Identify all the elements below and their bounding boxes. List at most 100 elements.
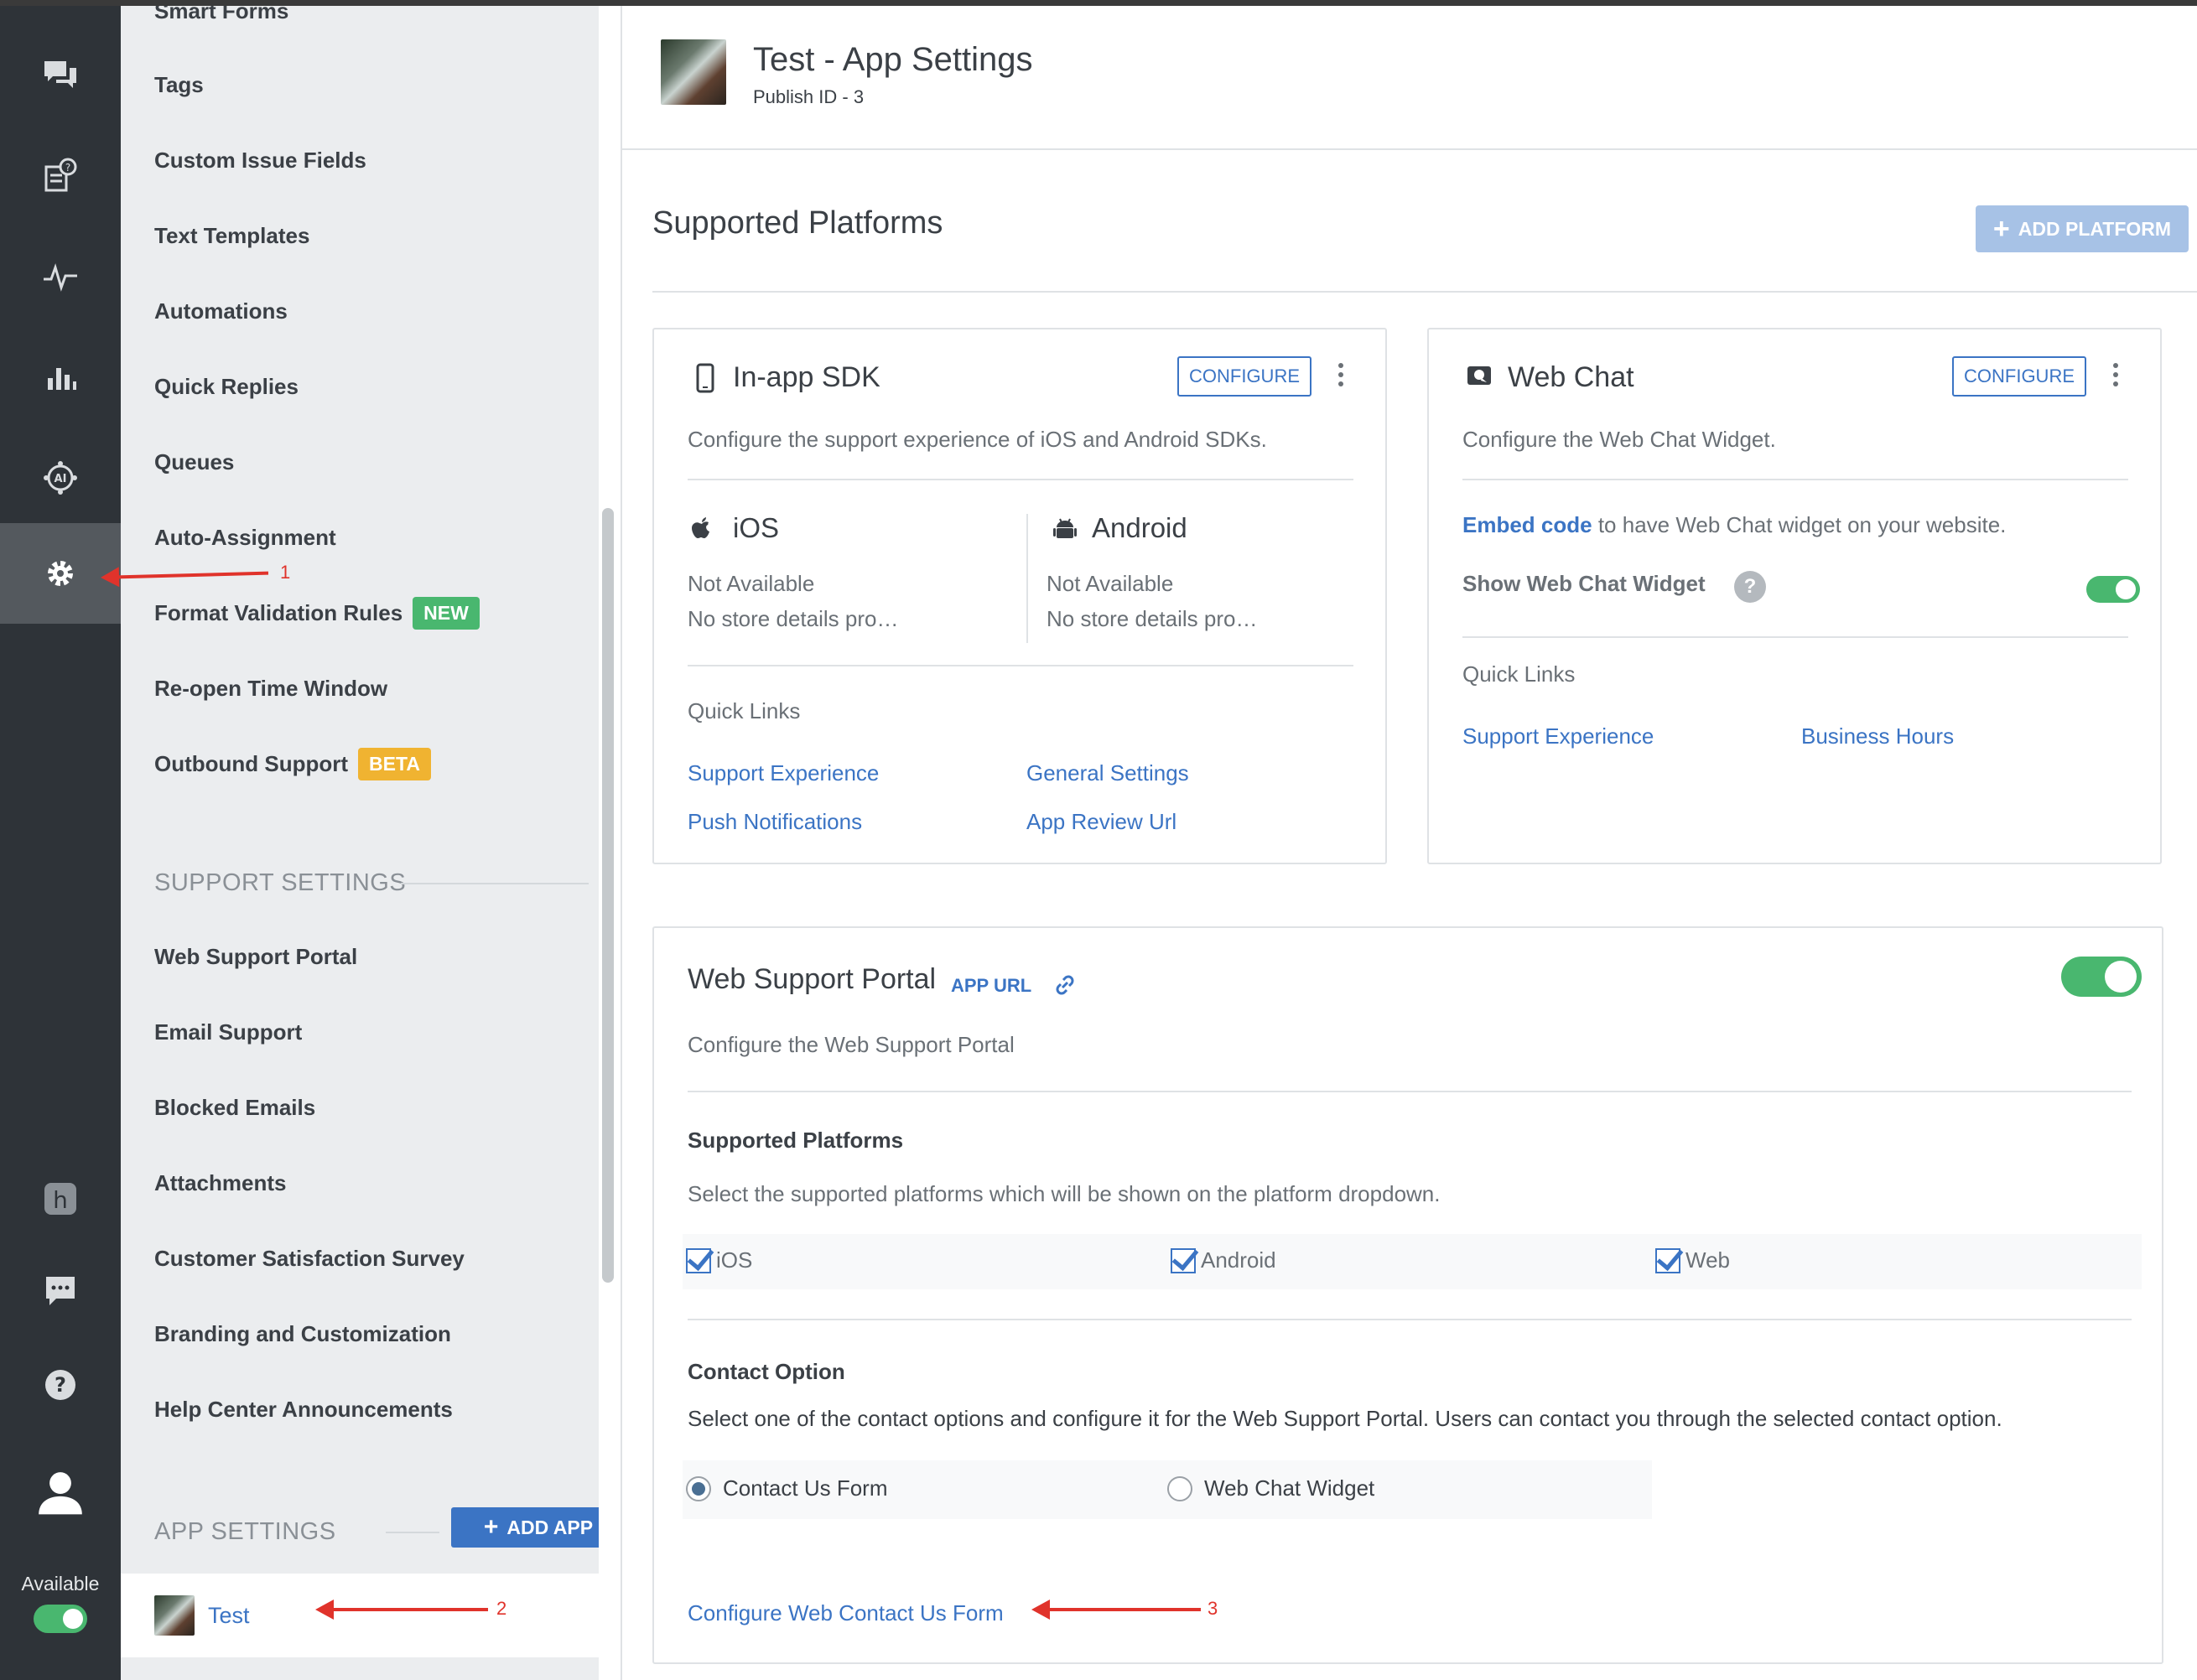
divider [1462,479,2128,480]
radio-contact-us-form[interactable]: Contact Us Form [686,1475,888,1501]
app-name: Test [208,1602,250,1628]
checkbox-android[interactable]: Android [1171,1247,1276,1273]
svg-text:?: ? [65,162,70,174]
configure-button[interactable]: CONFIGURE [1952,356,2086,397]
configure-button[interactable]: CONFIGURE [1177,356,1311,397]
annotation-number: 3 [1208,1598,1218,1619]
inapp-sdk-card: In-app SDK CONFIGURE Configure the suppo… [652,328,1387,864]
plus-icon: + [1992,213,2010,245]
availability-label: Available [21,1573,100,1594]
app-url-link[interactable]: APP URL [951,975,1031,997]
checkbox-ios[interactable]: iOS [686,1247,752,1273]
link-icon[interactable] [1052,972,1078,998]
sidebar-item-quick-replies[interactable]: Quick Replies [154,370,299,403]
embed-code-text: to have Web Chat widget on your website. [1597,512,2007,537]
radio-label: Web Chat Widget [1204,1475,1375,1501]
svg-text:AI: AI [55,473,67,485]
push-notifications-link[interactable]: Push Notifications [688,809,862,835]
support-experience-link[interactable]: Support Experience [688,760,879,786]
help-tooltip-icon[interactable]: ? [1734,571,1766,603]
web-chat-icon [1467,366,1491,385]
app-item-test[interactable]: Test [121,1574,599,1657]
annotation-arrow [315,1600,488,1620]
web-chat-card: Web Chat CONFIGURE Configure the Web Cha… [1427,328,2162,864]
divider [1462,636,2128,638]
sidebar-item-custom-issue-fields[interactable]: Custom Issue Fields [154,143,366,177]
radio-selected-icon [686,1475,711,1501]
sidebar-item-queues[interactable]: Queues [154,445,234,479]
general-settings-link[interactable]: General Settings [1026,760,1189,786]
sidebar-item-customer-satisfaction-survey[interactable]: Customer Satisfaction Survey [154,1242,465,1275]
card-description: Configure the Web Chat Widget. [1462,427,1776,452]
user-profile-nav[interactable] [0,1444,121,1544]
faq-nav[interactable]: ? [0,126,121,226]
sidebar-item-web-support-portal[interactable]: Web Support Portal [154,940,357,973]
svg-text:h: h [53,1186,68,1214]
checkbox-label: Web [1685,1247,1730,1273]
kebab-menu-icon[interactable] [2111,360,2120,393]
helpshift-logo-icon: h [44,1183,76,1215]
embed-code-link[interactable]: Embed code [1462,512,1592,537]
web-support-portal-card: Web Support Portal APP URL Configure the… [652,926,2163,1664]
card-title: In-app SDK [733,361,880,393]
app-review-url-link[interactable]: App Review Url [1026,809,1176,835]
sidebar-scrollbar[interactable] [602,508,614,1283]
supported-platforms-heading: Supported Platforms [688,1128,904,1153]
portal-enabled-toggle[interactable] [2061,957,2142,997]
sidebar-item-help-center-announcements[interactable]: Help Center Announcements [154,1392,453,1426]
kebab-menu-icon[interactable] [1337,360,1345,393]
show-widget-toggle[interactable] [2086,576,2140,603]
support-settings-heading: SUPPORT SETTINGS [154,869,407,896]
plus-icon: + [483,1513,499,1541]
ai-nav[interactable]: AI [0,428,121,528]
sidebar-item-branding[interactable]: Branding and Customization [154,1317,451,1351]
business-hours-link[interactable]: Business Hours [1801,723,1954,749]
sidebar-item-label: Branding and Customization [154,1320,451,1346]
availability-toggle[interactable] [34,1605,87,1633]
sidebar-item-format-validation-rules[interactable]: Format Validation Rules NEW [154,596,480,630]
sidebar-item-automations[interactable]: Automations [154,294,288,328]
page-title: Test - App Settings [753,41,1033,78]
sidebar-item-auto-assignment[interactable]: Auto-Assignment [154,521,336,554]
android-icon [1053,518,1077,538]
checkbox-icon [1171,1247,1196,1273]
platform-checkbox-row: iOS Android Web [683,1234,2142,1289]
help-nav[interactable]: ? [0,1335,121,1435]
ios-store-details: No store details pro… [688,606,899,631]
add-app-label: ADD APP [506,1516,594,1538]
support-experience-link[interactable]: Support Experience [1462,723,1654,749]
sidebar-item-outbound-support[interactable]: Outbound Support BETA [154,747,431,780]
faq-icon: ? [44,158,77,192]
user-avatar-icon [39,1472,82,1515]
divider [386,1532,439,1533]
sidebar-item-label: Auto-Assignment [154,524,336,550]
sidebar-item-label: Format Validation Rules [154,599,403,625]
conversations-nav[interactable] [0,25,121,126]
card-description: Configure the support experience of iOS … [688,427,1267,452]
analytics-nav[interactable] [0,327,121,428]
sidebar-item-smart-forms[interactable]: Smart Forms [154,6,288,28]
add-platform-button[interactable]: + ADD PLATFORM [1976,205,2189,252]
sidebar-item-text-templates[interactable]: Text Templates [154,219,309,252]
sidebar-item-tags[interactable]: Tags [154,68,204,101]
activity-icon [44,263,77,292]
android-title: Android [1092,512,1187,543]
add-app-button[interactable]: + ADD APP [451,1507,599,1548]
sidebar-item-blocked-emails[interactable]: Blocked Emails [154,1091,315,1124]
mobile-phone-icon [696,363,714,393]
show-widget-label: Show Web Chat Widget [1462,571,1706,596]
app-thumbnail-image [154,1595,195,1636]
checkbox-web[interactable]: Web [1655,1247,1730,1273]
sidebar-item-reopen-time-window[interactable]: Re-open Time Window [154,671,387,705]
configure-contact-form-link[interactable]: Configure Web Contact Us Form [688,1600,1004,1626]
helpshift-nav[interactable]: h [0,1149,121,1249]
messages-nav[interactable] [0,1241,121,1341]
quick-links-heading: Quick Links [1462,661,1576,687]
sidebar-item-email-support[interactable]: Email Support [154,1015,302,1049]
activity-nav[interactable] [0,226,121,327]
icon-rail: ? AI h ? Available [0,0,121,1680]
sidebar-item-attachments[interactable]: Attachments [154,1166,286,1200]
divider [622,148,2197,150]
main-content: Test - App Settings Publish ID - 3 Suppo… [621,6,2197,1680]
radio-web-chat-widget[interactable]: Web Chat Widget [1167,1475,1374,1501]
